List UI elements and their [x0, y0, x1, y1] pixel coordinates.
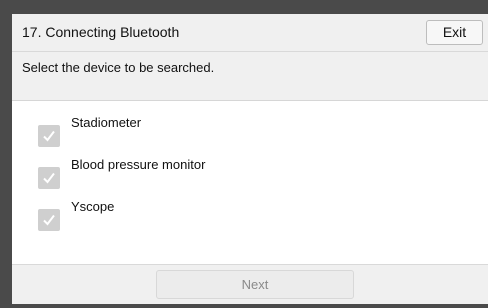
- next-button[interactable]: Next: [156, 270, 354, 299]
- footer-bar: Next: [12, 264, 488, 304]
- checkmark-icon: [43, 172, 55, 184]
- page-title: 17. Connecting Bluetooth: [22, 24, 180, 40]
- stadiometer-checkbox[interactable]: [38, 125, 60, 147]
- app-screen: 17. Connecting Bluetooth Exit Select the…: [12, 14, 488, 304]
- instruction-text: Select the device to be searched.: [22, 60, 215, 75]
- device-list: Stadiometer Blood pressure monitor Yscop…: [12, 101, 488, 264]
- device-label: Blood pressure monitor: [71, 157, 206, 172]
- checkmark-icon: [43, 130, 55, 142]
- device-option-yscope[interactable]: Yscope: [38, 199, 458, 231]
- device-option-blood-pressure-monitor[interactable]: Blood pressure monitor: [38, 157, 458, 189]
- header-bar: 17. Connecting Bluetooth Exit: [12, 14, 488, 52]
- device-label: Yscope: [71, 199, 115, 214]
- device-label: Stadiometer: [71, 115, 142, 130]
- exit-button[interactable]: Exit: [426, 20, 483, 45]
- instruction-bar: Select the device to be searched.: [12, 52, 488, 101]
- blood-pressure-monitor-checkbox[interactable]: [38, 167, 60, 189]
- yscope-checkbox[interactable]: [38, 209, 60, 231]
- device-option-stadiometer[interactable]: Stadiometer: [38, 115, 458, 147]
- checkmark-icon: [43, 214, 55, 226]
- device-bezel: 17. Connecting Bluetooth Exit Select the…: [0, 0, 488, 308]
